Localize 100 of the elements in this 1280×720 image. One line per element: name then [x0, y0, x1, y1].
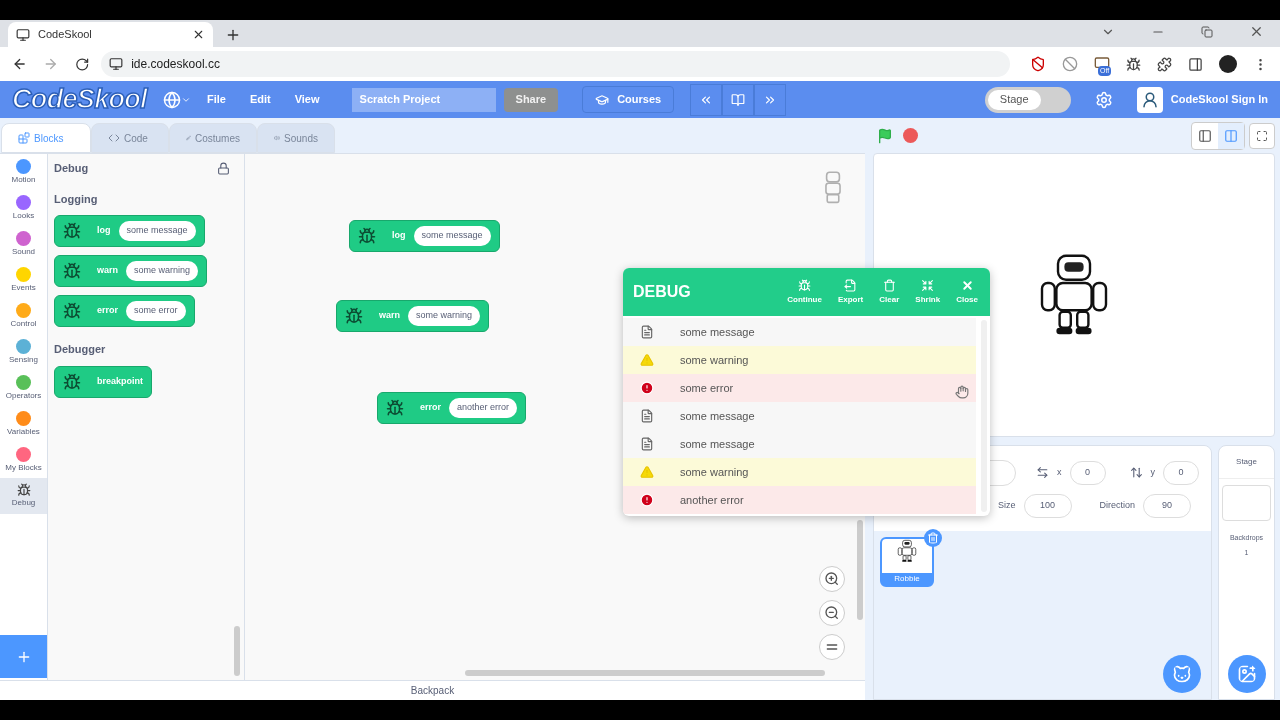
code-block[interactable]: log some message	[54, 215, 205, 247]
choose-sprite-button[interactable]	[1163, 655, 1201, 693]
browser-tab[interactable]: CodeSkool	[8, 22, 213, 47]
section-title: Logging	[54, 191, 99, 207]
category-item[interactable]: My Blocks	[0, 442, 47, 478]
code-block[interactable]: error another error	[377, 392, 527, 424]
monitor-icon	[109, 57, 124, 71]
y-label: y	[1150, 465, 1155, 479]
close-icon[interactable]	[192, 28, 205, 41]
code-block[interactable]: warn some warning	[336, 300, 490, 332]
code-block[interactable]: error some error	[54, 295, 195, 327]
category-item[interactable]: Variables	[0, 406, 47, 442]
category-item[interactable]: Sound	[0, 226, 47, 262]
horizontal-arrow-icon	[1036, 466, 1049, 479]
lock-icon[interactable]	[217, 161, 230, 175]
back-icon[interactable]	[12, 56, 28, 72]
extensions-icon[interactable]	[1157, 56, 1172, 72]
profile-avatar[interactable]	[1219, 55, 1237, 73]
vertical-arrow-icon	[1129, 466, 1143, 479]
zoom-out-button[interactable]	[819, 600, 845, 626]
book-icon[interactable]	[722, 83, 755, 116]
block-label: breakpoint	[97, 374, 143, 388]
log-message: some warning	[680, 352, 749, 368]
block-input[interactable]: some message	[118, 221, 196, 241]
log-message: some warning	[680, 464, 749, 480]
block-input[interactable]: another error	[449, 398, 518, 418]
next-icon[interactable]	[754, 83, 787, 116]
bug-icon	[63, 302, 81, 320]
block-input[interactable]: some message	[413, 226, 491, 246]
block-label: log	[392, 229, 406, 243]
tab-icon	[108, 132, 120, 144]
log-message: another error	[680, 492, 744, 508]
scrollbar	[234, 626, 240, 676]
category-item[interactable]: Operators	[0, 370, 47, 406]
stop-icon[interactable]	[903, 128, 918, 143]
choose-backdrop-button[interactable]	[1227, 655, 1266, 693]
log-message: some message	[680, 324, 755, 340]
url-text: ide.codeskool.cc	[131, 56, 220, 73]
stage-pane-title: Stage	[1219, 446, 1274, 479]
log-message: some message	[680, 436, 755, 452]
bug-icon	[63, 372, 81, 391]
settings-icon[interactable]	[1094, 90, 1113, 109]
bug-icon	[63, 222, 81, 240]
delete-icon[interactable]	[924, 529, 942, 547]
note-icon	[640, 409, 654, 423]
code-block[interactable]: warn some warning	[54, 255, 208, 287]
direction-label: Direction	[1099, 498, 1136, 512]
stage-toggle[interactable]: Stage	[984, 86, 1071, 113]
avatar-icon	[1136, 86, 1163, 113]
bug-icon[interactable]	[1126, 56, 1141, 72]
graduation-cap-icon	[595, 92, 610, 107]
shield-icon[interactable]	[1030, 56, 1046, 72]
block-input[interactable]: some error	[126, 301, 186, 321]
flyout-title: Debug	[54, 161, 89, 176]
block-label: error	[420, 401, 441, 415]
category-item[interactable]: Control	[0, 298, 47, 334]
bug-icon	[386, 399, 404, 417]
pointer-icon	[955, 385, 969, 399]
x-label: x	[1057, 465, 1062, 479]
block-input[interactable]: some warning	[126, 261, 199, 281]
note-icon	[640, 437, 654, 451]
forward-icon[interactable]	[43, 56, 59, 72]
sprite-name: Robbie	[882, 573, 932, 585]
category-item[interactable]: Looks	[0, 190, 47, 226]
previous-icon[interactable]	[690, 83, 723, 116]
restore-icon[interactable]	[1201, 25, 1213, 38]
zoom-in-button[interactable]	[819, 566, 845, 592]
category-item[interactable]: Events	[0, 262, 47, 298]
backdrop-thumbnail	[1222, 485, 1271, 521]
large-stage-icon[interactable]	[1218, 122, 1244, 149]
code-block[interactable]: log some message	[349, 220, 500, 252]
block-label: warn	[379, 309, 400, 323]
close-icon[interactable]	[1249, 24, 1264, 39]
category-item[interactable]: Debug	[0, 478, 47, 514]
reset-zoom-button[interactable]	[819, 634, 845, 660]
category-item[interactable]: Sensing	[0, 334, 47, 370]
new-tab-icon[interactable]	[225, 27, 241, 43]
size-label: Size	[998, 498, 1016, 512]
category-item[interactable]: Motion	[0, 154, 47, 190]
backpack-bar[interactable]: Backpack	[0, 680, 865, 700]
export-icon	[844, 278, 858, 292]
trash-icon	[882, 278, 896, 292]
language-icon[interactable]	[162, 90, 181, 109]
tab-icon	[18, 132, 30, 144]
fullscreen-icon[interactable]	[1249, 122, 1275, 149]
robot-drawing	[896, 539, 918, 564]
bug-icon	[798, 278, 812, 292]
bug-icon	[345, 307, 363, 325]
block-label: log	[97, 224, 111, 238]
tab-title: CodeSkool	[38, 27, 93, 43]
address-field[interactable]: ide.codeskool.cc	[101, 51, 1010, 77]
block-input[interactable]: some warning	[408, 306, 481, 326]
reload-icon[interactable]	[74, 56, 90, 72]
warning-icon	[640, 353, 654, 367]
flag-icon[interactable]	[877, 127, 893, 144]
side-panel-icon[interactable]	[1188, 56, 1203, 72]
shrink-icon	[921, 278, 935, 292]
bug-icon	[16, 483, 31, 497]
block-label: warn	[97, 264, 118, 278]
blocker-icon[interactable]	[1062, 56, 1078, 72]
